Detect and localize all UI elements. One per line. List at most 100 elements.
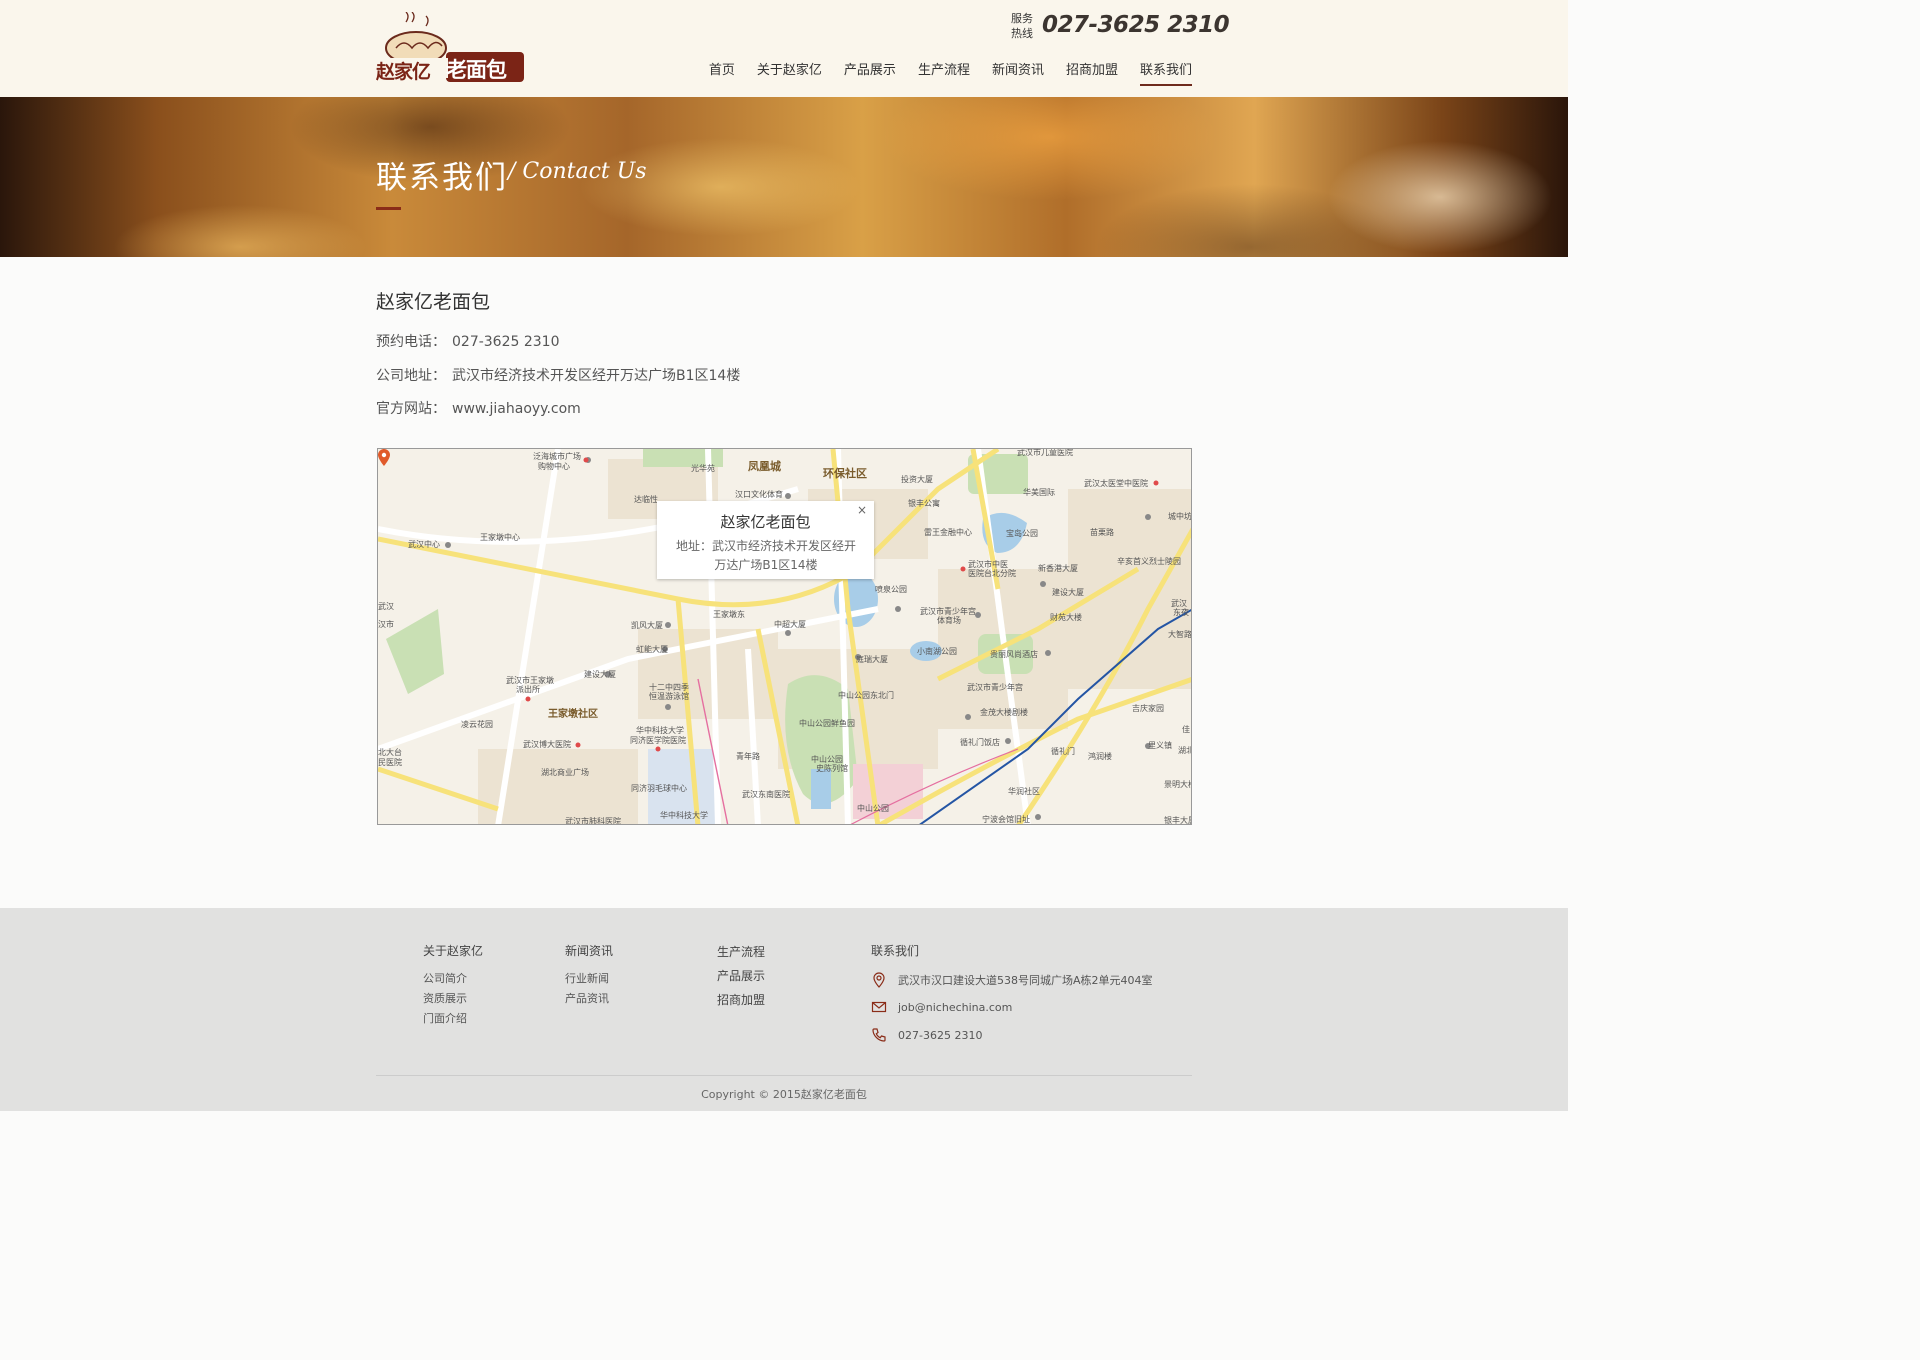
svg-text:湖北: 湖北 [1178,746,1192,755]
svg-text:中山公园鲜鱼园: 中山公园鲜鱼园 [799,718,855,728]
footer-heading-news[interactable]: 新闻资讯 [565,943,613,959]
website-link[interactable]: www.jiahaoyy.com [452,401,581,417]
svg-text:王家墩社区: 王家墩社区 [548,707,598,720]
svg-text:中山公园东北门: 中山公园东北门 [838,690,894,700]
popup-address: 地址：武汉市经济技术开发区经开万达广场B1区14楼 [675,539,856,572]
website-label: 官方网站： [376,401,446,417]
footer-address: 武汉市汉口建设大道538号同城广场A栋2单元404室 [898,974,1153,987]
svg-text:武汉市青少年宫: 武汉市青少年宫 [967,682,1023,692]
svg-text:华润社区: 华润社区 [1008,786,1040,796]
svg-text:王家墩东: 王家墩东 [713,609,745,619]
footer-divider [376,1075,1192,1076]
svg-text:武汉市儿童医院: 武汉市儿童医院 [1017,449,1073,457]
footer-link-profile[interactable]: 公司简介 [423,969,483,989]
svg-text:达临性: 达临性 [634,494,658,504]
svg-text:里义镇: 里义镇 [1148,740,1172,750]
footer-link-industry-news[interactable]: 行业新闻 [565,969,613,989]
footer-link-franchise[interactable]: 招商加盟 [717,988,765,1012]
svg-text:武汉中心: 武汉中心 [408,539,440,549]
location-icon [873,972,885,988]
svg-text:中山公园: 中山公园 [857,803,889,813]
footer-email-row: job@nichechina.com [871,999,1012,1015]
footer-link-qualification[interactable]: 资质展示 [423,989,483,1009]
nav-item-process[interactable]: 生产流程 [918,61,970,86]
svg-text:佳: 佳 [1182,724,1190,734]
svg-text:十二中四季: 十二中四季 [649,682,689,692]
svg-text:华美国际: 华美国际 [1023,487,1055,497]
nav-item-franchise[interactable]: 招商加盟 [1066,61,1118,86]
phone-row: 预约电话： 027-3625 2310 [376,331,559,351]
svg-text:建设大厦: 建设大厦 [1052,587,1084,597]
page-banner: 联系我们 / Contact Us [0,97,1568,257]
svg-text:华中科技大学: 华中科技大学 [660,810,708,820]
footer-link-process[interactable]: 生产流程 [717,940,765,964]
svg-text:汉口文化体育: 汉口文化体育 [735,489,783,499]
svg-text:体育场: 体育场 [937,615,961,625]
popup-title: 赵家亿老面包 [720,513,811,531]
popup-close-button[interactable]: × [857,503,867,517]
footer-address-row: 武汉市汉口建设大道538号同城广场A栋2单元404室 [871,972,1153,988]
copyright-text: Copyright © 2015赵家亿老面包 [701,1088,867,1101]
nav-item-home[interactable]: 首页 [709,61,735,86]
svg-text:购物中心: 购物中心 [538,461,570,471]
logo-text-left: 赵家亿 [376,61,431,83]
banner-accent-bar [376,207,401,210]
main-nav: 首页 关于赵家亿 产品展示 生产流程 新闻资讯 招商加盟 联系我们 [687,61,1192,86]
address-value: 武汉市经济技术开发区经开万达广场B1区14楼 [452,368,741,384]
svg-text:史陈列馆: 史陈列馆 [816,763,848,773]
hotline-label-line2: 热线 [1011,27,1033,40]
svg-text:武汉太医堂中医院: 武汉太医堂中医院 [1084,478,1148,488]
site-footer: 关于赵家亿 公司简介 资质展示 门面介绍 新闻资讯 行业新闻 产品资讯 生产流程… [0,908,1568,1111]
footer-email[interactable]: job@nichechina.com [898,1001,1012,1014]
address-row: 公司地址： 武汉市经济技术开发区经开万达广场B1区14楼 [376,365,740,385]
svg-text:雷王金融中心: 雷王金融中心 [924,527,972,537]
footer-heading-about[interactable]: 关于赵家亿 [423,943,483,959]
map-info-popup: 赵家亿老面包 × 地址：武汉市经济技术开发区经开万达广场B1区14楼 [657,501,874,579]
nav-item-products[interactable]: 产品展示 [844,61,896,86]
service-hotline: 服务 热线 027-3625 2310 [1011,10,1230,44]
svg-text:城中坊: 城中坊 [1168,511,1192,521]
svg-text:民医院: 民医院 [378,757,402,767]
phone-value: 027-3625 2310 [452,334,560,350]
svg-text:武汉市王家墩: 武汉市王家墩 [506,675,554,685]
location-map[interactable]: 泛海城市广场 购物中心 凤凰城 环保社区 光华苑 汉口文化体育 达临性 武汉中心… [377,448,1192,825]
svg-text:投资大厦: 投资大厦 [901,474,933,484]
svg-text:华中科技大学: 华中科技大学 [636,725,684,735]
svg-text:鸿润楼: 鸿润楼 [1088,751,1112,761]
svg-text:喷泉公园: 喷泉公园 [875,584,907,594]
svg-text:宝岛公园: 宝岛公园 [1006,528,1038,538]
logo-text-right: 老面包 [446,58,507,82]
svg-text:中超大厦: 中超大厦 [774,619,806,629]
svg-text:循礼门饭店: 循礼门饭店 [960,737,1000,747]
svg-text:武汉市肺科医院: 武汉市肺科医院 [565,816,621,825]
svg-text:银丰公寓: 银丰公寓 [908,498,940,508]
svg-text:贵丽风尚酒店: 贵丽风尚酒店 [990,649,1038,659]
svg-text:虹能大厦: 虹能大厦 [636,644,668,654]
svg-text:凌云花园: 凌云花园 [461,719,493,729]
svg-text:中山公园: 中山公园 [811,754,843,764]
hotline-number: 027-3625 2310 [1042,12,1230,38]
footer-phone: 027-3625 2310 [898,1028,983,1042]
footer-link-products[interactable]: 产品展示 [717,964,765,988]
svg-text:循礼门: 循礼门 [1051,746,1075,756]
footer-heading-contact: 联系我们 [871,944,920,958]
svg-text:景明大楼: 景明大楼 [1164,779,1192,789]
footer-link-product-news[interactable]: 产品资讯 [565,989,613,1009]
nav-item-news[interactable]: 新闻资讯 [992,61,1044,86]
svg-text:苗栗路: 苗栗路 [1090,527,1114,537]
footer-link-store[interactable]: 门面介绍 [423,1009,483,1029]
nav-item-contact[interactable]: 联系我们 [1139,61,1192,86]
website-row: 官方网站： www.jiahaoyy.com [376,398,581,418]
footer-col-news: 新闻资讯 行业新闻 产品资讯 [565,943,613,1009]
svg-text:武汉: 武汉 [1171,598,1187,608]
svg-text:武汉市青少年宫: 武汉市青少年宫 [920,606,976,616]
nav-item-about[interactable]: 关于赵家亿 [757,61,822,86]
location-pin-icon[interactable] [378,449,390,466]
svg-text:武汉东南医院: 武汉东南医院 [742,789,790,799]
svg-text:凯风大厦: 凯风大厦 [631,620,663,630]
phone-label: 预约电话： [376,334,446,350]
brand-logo[interactable]: 赵家亿 老面包 [376,11,528,86]
svg-text:恒温游泳馆: 恒温游泳馆 [649,691,689,701]
svg-text:环保社区: 环保社区 [823,466,867,480]
banner-title: 联系我们 [376,160,508,196]
